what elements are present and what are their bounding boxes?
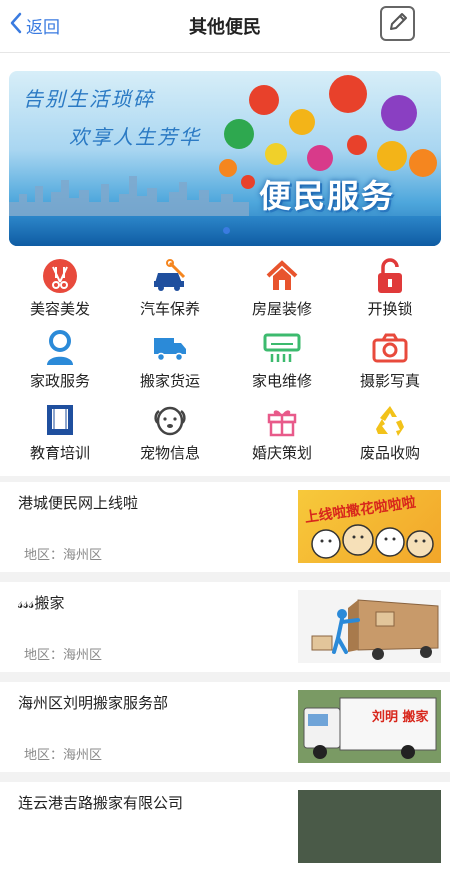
banner-slogan-2: 欢享人生芳华: [69, 125, 201, 149]
camera-icon: [370, 328, 410, 368]
banner-bubble: [289, 109, 315, 135]
banner-slogan-1: 告别生活琐碎: [23, 87, 155, 111]
air-conditioner-icon: [262, 328, 302, 368]
list-item[interactable]: 港城便民网上线啦 地区：海州区 上线啦撒花啦啦啦: [0, 482, 450, 572]
category-label: 美容美发: [29, 300, 90, 318]
listing-region: 地区：海州区: [24, 748, 103, 763]
category-education[interactable]: 教育培训: [4, 400, 116, 472]
wedding-gift-icon: [262, 400, 302, 440]
listing-thumbnail: [298, 590, 441, 663]
banner-bubble: [381, 95, 417, 131]
category-appliance-repair[interactable]: 家电维修: [226, 328, 338, 400]
banner-bubble: [307, 145, 333, 171]
banner-bubble: [409, 149, 437, 177]
banner-carousel[interactable]: 告别生活琐碎 欢享人生芳华 便民服务: [9, 71, 441, 246]
category-label: 废品收购: [359, 444, 420, 462]
category-label: 摄影写真: [359, 372, 420, 390]
list-item[interactable]: 连云港吉路搬家有限公司: [0, 782, 450, 872]
category-housekeeping[interactable]: 家政服务: [4, 328, 116, 400]
city-skyline: [9, 176, 249, 218]
banner-bubble: [265, 143, 287, 165]
category-label: 房屋装修: [251, 300, 312, 318]
car-repair-icon: [150, 256, 190, 296]
banner-bubble: [249, 85, 279, 115]
listing-region: 地区：海州区: [24, 548, 103, 563]
banner-section: 告别生活琐碎 欢享人生芳华 便民服务: [0, 53, 450, 256]
category-photography[interactable]: 摄影写真: [334, 328, 446, 400]
category-grid: 美容美发 汽车保养 房屋装修 开换锁 家政服务 搬家货运 家电维修 摄影写真 教…: [0, 256, 450, 476]
listing-thumbnail: 上线啦撒花啦啦啦: [298, 490, 441, 563]
category-beauty[interactable]: 美容美发: [4, 256, 116, 328]
category-renovation[interactable]: 房屋装修: [226, 256, 338, 328]
carousel-indicator-dot[interactable]: [223, 227, 230, 234]
truck-sign-text: 刘明 搬家: [372, 710, 429, 725]
listing-thumbnail: 刘明 搬家: [298, 690, 441, 763]
company-truck-illustration: [298, 690, 441, 763]
category-pets[interactable]: 宠物信息: [114, 400, 226, 472]
listing-thumbnail: [298, 790, 441, 863]
truck-icon: [150, 328, 190, 368]
list-item[interactable]: 𝓈𝓈𝓈搬家 地区：海州区: [0, 582, 450, 672]
house-icon: [262, 256, 302, 296]
edit-button[interactable]: [380, 6, 415, 41]
category-recycling[interactable]: 废品收购: [334, 400, 446, 472]
category-label: 家电维修: [251, 372, 312, 390]
listing-region: 地区：海州区: [24, 648, 103, 663]
banner-bubble: [329, 75, 367, 113]
category-label: 宠物信息: [139, 444, 200, 462]
moving-truck-illustration: [311, 599, 439, 660]
listing-title: 港城便民网上线啦: [18, 494, 139, 512]
category-label: 开换锁: [367, 300, 413, 318]
listing-title: 海州区刘明搬家服务部: [18, 694, 169, 712]
category-label: 汽车保养: [139, 300, 200, 318]
banner-bubble: [377, 141, 407, 171]
banner-bubble: [347, 135, 367, 155]
category-label: 家政服务: [29, 372, 90, 390]
dog-icon: [150, 400, 190, 440]
scissors-icon: [40, 256, 80, 296]
edit-icon: [386, 10, 410, 38]
category-label: 教育培训: [29, 444, 90, 462]
category-locksmith[interactable]: 开换锁: [334, 256, 446, 328]
category-label: 搬家货运: [139, 372, 200, 390]
category-moving[interactable]: 搬家货运: [114, 328, 226, 400]
category-label: 婚庆策划: [251, 444, 312, 462]
banner-title: 便民服务: [259, 177, 396, 215]
listing-title: 𝓈𝓈𝓈搬家: [18, 594, 65, 612]
banner-bubble: [224, 119, 254, 149]
book-icon: [40, 400, 80, 440]
housekeeper-icon: [40, 328, 80, 368]
top-bar: 返回 其他便民: [0, 0, 450, 53]
category-car-maintenance[interactable]: 汽车保养: [114, 256, 226, 328]
list-item[interactable]: 海州区刘明搬家服务部 地区：海州区 刘明 搬家: [0, 682, 450, 772]
listing-title: 连云港吉路搬家有限公司: [18, 794, 184, 812]
lock-icon: [370, 256, 410, 296]
cartoon-characters: [311, 524, 434, 559]
recycle-icon: [370, 400, 410, 440]
category-wedding[interactable]: 婚庆策划: [226, 400, 338, 472]
